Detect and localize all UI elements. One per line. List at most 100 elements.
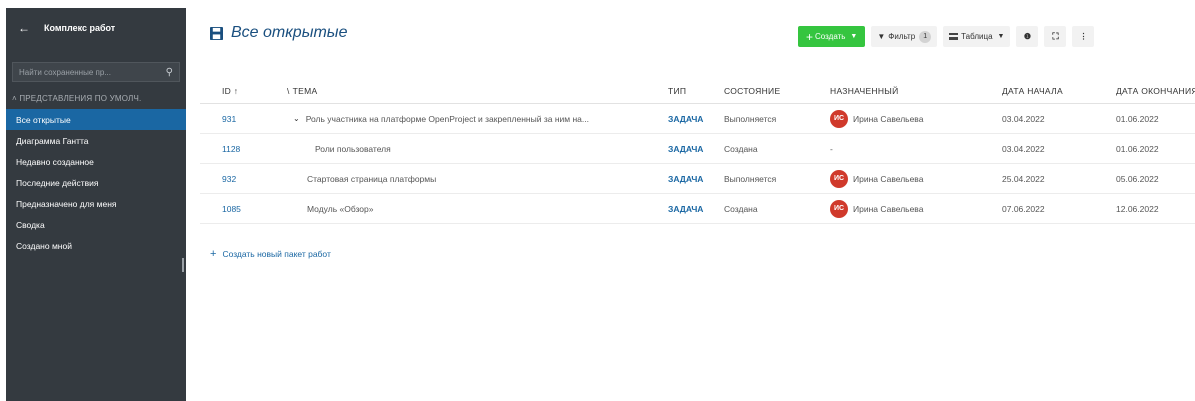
assignee-name: Ирина Савельева: [853, 203, 924, 214]
info-button[interactable]: ❶: [1016, 26, 1039, 47]
view-mode-button[interactable]: Таблица ▼: [943, 26, 1011, 47]
sidebar-item-label: Последние действия: [16, 177, 99, 188]
sidebar-item-label: Диаграмма Гантта: [16, 135, 89, 146]
row-subject[interactable]: ⌄ Роль участника на платформе OpenProject…: [287, 114, 668, 124]
filter-button[interactable]: ▼ Фильтр 1: [871, 26, 938, 47]
row-due-date[interactable]: 01.06.2022: [1116, 144, 1195, 154]
sidebar-item-all-open[interactable]: Все открытые: [6, 109, 186, 130]
toolbar: + Создать ▼ ▼ Фильтр 1 Таблица ▼ ❶ ⛶ ⋮: [798, 26, 1095, 47]
filter-label: Фильтр: [888, 32, 916, 41]
column-subject[interactable]: \ ТЕМА: [287, 86, 668, 96]
work-packages-table: ID ↑ \ ТЕМА ТИП СОСТОЯНИЕ НАЗНАЧЕННЫЙ ДАТ…: [200, 78, 1195, 224]
fullscreen-icon: ⛶: [1052, 31, 1059, 41]
row-start-date[interactable]: 03.04.2022: [1002, 114, 1116, 124]
assignee-name: Ирина Савельева: [853, 173, 924, 184]
row-assignee[interactable]: ИС Ирина Савельева: [830, 109, 1002, 128]
row-id-link[interactable]: 1128: [200, 144, 287, 154]
column-type[interactable]: ТИП: [668, 86, 724, 96]
row-status[interactable]: Создана: [724, 204, 830, 214]
row-status[interactable]: Выполняется: [724, 174, 830, 184]
hierarchy-icon: \: [287, 85, 290, 96]
row-start-date[interactable]: 07.06.2022: [1002, 204, 1116, 214]
row-type[interactable]: ЗАДАЧА: [668, 114, 724, 124]
filter-count-badge: 1: [919, 30, 932, 43]
sidebar-item-label: Недавно созданное: [16, 156, 94, 167]
row-type[interactable]: ЗАДАЧА: [668, 144, 724, 154]
table-row[interactable]: 1128 Роли пользователя ЗАДАЧА Создана - …: [200, 134, 1195, 164]
more-icon: ⋮: [1079, 32, 1088, 41]
sidebar-resize-handle[interactable]: [182, 258, 184, 272]
column-start-date[interactable]: ДАТА НАЧАЛА: [1002, 86, 1116, 96]
sidebar-header: ← Комплекс работ: [6, 8, 186, 48]
sidebar: ← Комплекс работ Найти сохраненные пр...…: [6, 8, 186, 401]
table-row[interactable]: 1085 Модуль «Обзор» ЗАДАЧА Создана ИС Ир…: [200, 194, 1195, 224]
chevron-up-icon: ˄: [12, 94, 17, 103]
sidebar-item-created-by-me[interactable]: Создано мной: [6, 235, 186, 256]
sidebar-item-summary[interactable]: Сводка: [6, 214, 186, 235]
avatar: ИС: [830, 169, 848, 188]
column-id[interactable]: ID ↑: [200, 86, 287, 96]
sidebar-item-label: Все открытые: [16, 114, 71, 125]
row-assignee[interactable]: ИС Ирина Савельева: [830, 169, 1002, 188]
row-status[interactable]: Создана: [724, 144, 830, 154]
column-subject-label: ТЕМА: [292, 85, 318, 96]
assignee-name: -: [830, 143, 833, 154]
sidebar-item-label: Сводка: [16, 219, 45, 230]
sidebar-search-input[interactable]: Найти сохраненные пр... ⚲: [12, 62, 180, 82]
row-subject-text: Модуль «Обзор»: [307, 203, 374, 214]
sidebar-item-recently-created[interactable]: Недавно созданное: [6, 151, 186, 172]
row-assignee[interactable]: ИС Ирина Савельева: [830, 199, 1002, 218]
create-button[interactable]: + Создать ▼: [798, 26, 866, 47]
plus-icon: +: [210, 248, 217, 260]
column-start-label: ДАТА НАЧАЛА: [1002, 85, 1063, 96]
caret-down-icon: ▼: [850, 33, 858, 40]
create-work-package-link[interactable]: + Создать новый пакет работ: [210, 248, 331, 260]
sidebar-section-default-views[interactable]: ˄ ПРЕДСТАВЛЕНИЯ ПО УМОЛЧ.: [6, 94, 186, 103]
sidebar-item-latest-activity[interactable]: Последние действия: [6, 172, 186, 193]
column-status[interactable]: СОСТОЯНИЕ: [724, 86, 830, 96]
page-title-container: Все открытые: [210, 24, 347, 42]
sidebar-item-label: Создано мной: [16, 240, 72, 251]
row-start-date[interactable]: 25.04.2022: [1002, 174, 1116, 184]
row-id-link[interactable]: 931: [200, 114, 287, 124]
column-assignee-label: НАЗНАЧЕННЫЙ: [830, 85, 899, 96]
save-icon[interactable]: [210, 26, 223, 40]
table-row[interactable]: 932 Стартовая страница платформы ЗАДАЧА …: [200, 164, 1195, 194]
row-due-date[interactable]: 01.06.2022: [1116, 114, 1195, 124]
back-arrow-icon[interactable]: ←: [18, 21, 30, 35]
more-button[interactable]: ⋮: [1072, 26, 1095, 47]
row-subject-text: Роль участника на платформе OpenProject …: [305, 113, 589, 124]
row-id-link[interactable]: 932: [200, 174, 287, 184]
row-id-link[interactable]: 1085: [200, 204, 287, 214]
row-subject[interactable]: Роли пользователя: [287, 144, 668, 154]
row-assignee[interactable]: -: [830, 144, 1002, 154]
row-type[interactable]: ЗАДАЧА: [668, 204, 724, 214]
column-due-date[interactable]: ДАТА ОКОНЧАНИЯ: [1116, 86, 1195, 96]
table-row[interactable]: 931 ⌄ Роль участника на платформе OpenPro…: [200, 104, 1195, 134]
create-link-label: Создать новый пакет работ: [222, 249, 331, 259]
row-start-date[interactable]: 03.04.2022: [1002, 144, 1116, 154]
sidebar-section-label: ПРЕДСТАВЛЕНИЯ ПО УМОЛЧ.: [19, 94, 142, 103]
info-icon: ❶: [1023, 32, 1032, 41]
sidebar-item-assigned-to-me[interactable]: Предназначено для меня: [6, 193, 186, 214]
search-icon[interactable]: ⚲: [166, 67, 173, 78]
row-status[interactable]: Выполняется: [724, 114, 830, 124]
search-placeholder: Найти сохраненные пр...: [19, 67, 111, 77]
table-icon: [949, 33, 959, 40]
create-label: Создать: [815, 32, 846, 41]
column-assignee[interactable]: НАЗНАЧЕННЫЙ: [830, 86, 1002, 96]
fullscreen-button[interactable]: ⛶: [1044, 26, 1067, 47]
row-subject[interactable]: Модуль «Обзор»: [287, 204, 668, 214]
row-due-date[interactable]: 12.06.2022: [1116, 204, 1195, 214]
page-title: Все открытые: [231, 24, 348, 41]
sidebar-item-label: Предназначено для меня: [16, 198, 117, 209]
row-subject-text: Роли пользователя: [315, 143, 391, 154]
sidebar-title: Комплекс работ: [44, 23, 116, 33]
sidebar-item-gantt[interactable]: Диаграмма Гантта: [6, 130, 186, 151]
plus-icon: +: [806, 29, 814, 44]
row-type[interactable]: ЗАДАЧА: [668, 174, 724, 184]
chevron-down-icon[interactable]: ⌄: [293, 114, 300, 123]
row-due-date[interactable]: 05.06.2022: [1116, 174, 1195, 184]
sort-ascending-icon: ↑: [233, 85, 239, 96]
row-subject[interactable]: Стартовая страница платформы: [287, 174, 668, 184]
